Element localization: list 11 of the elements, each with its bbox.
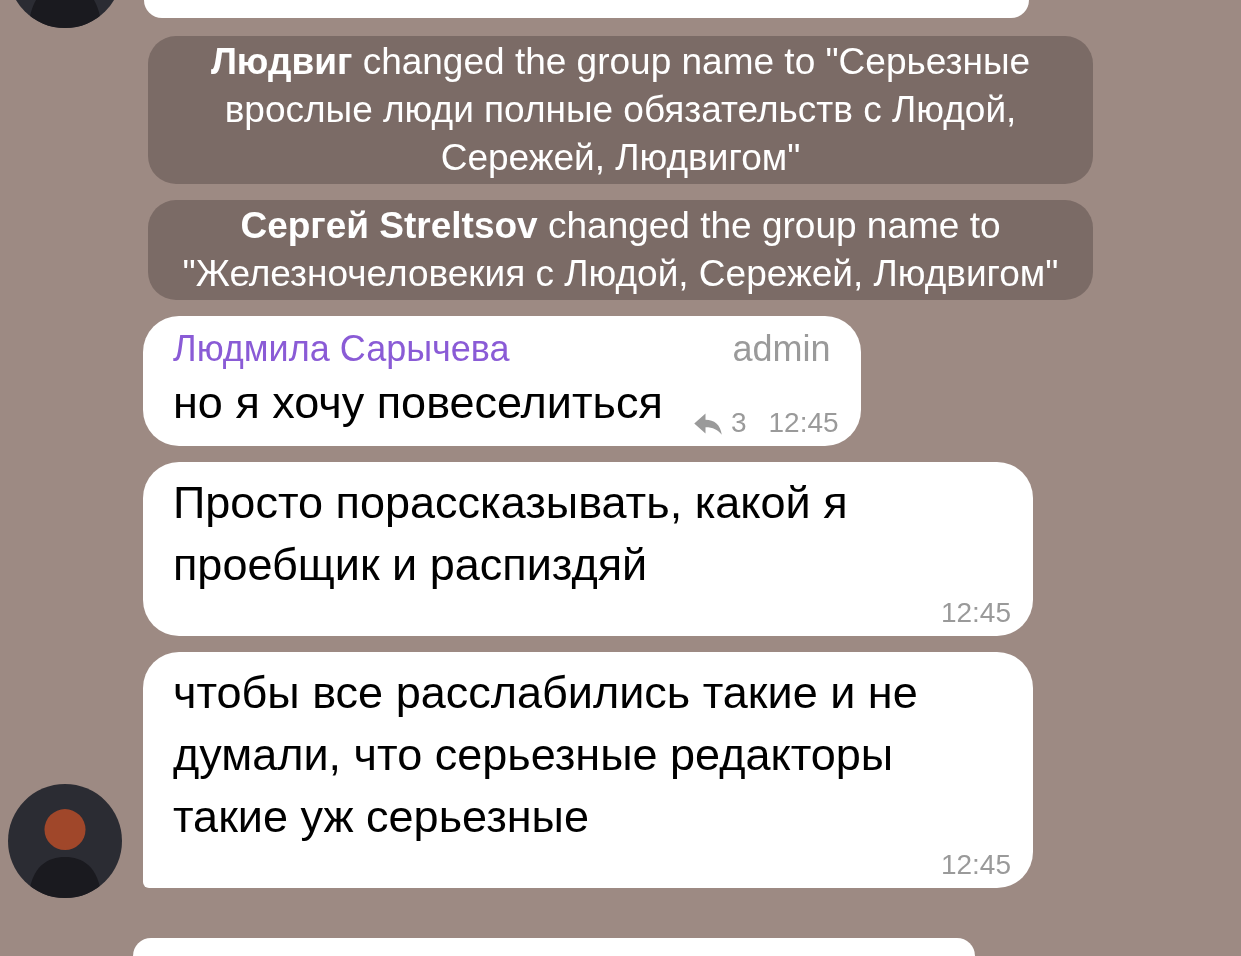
message-time: 12:45 [768,406,839,440]
message-text: чтобы все расслабились такие и не думали, что серьезные редакторы такие уж серьезные [173,666,919,844]
sender-name[interactable]: Людмила Сарычева [173,326,510,372]
service-message: Сергей Streltsov changed the group name to "Железночеловекия с Людой, Сережей, Людвигом" [148,200,1093,300]
message-text: Просто порассказывать, какой я проебщик и распиздяй [173,476,849,592]
reply-count[interactable]: 3 [730,406,747,440]
message-time: 12:45 [940,596,1011,630]
message-time: 12:45 [940,848,1011,882]
role-label: admin [732,327,831,371]
message-text: но я хочу повеселиться [173,376,663,430]
service-message: Людвиг changed the group name to "Серьезные вроcлые люди полные обязательств с Людой, Сережей, Людвигом" [148,36,1093,184]
